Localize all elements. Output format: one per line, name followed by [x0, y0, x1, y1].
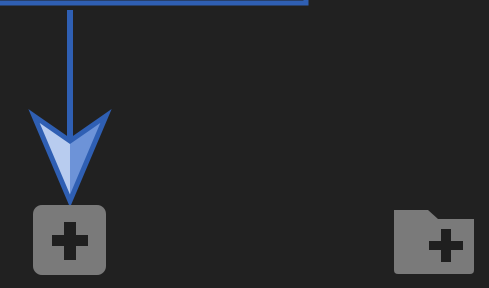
add-folder-hit-area[interactable]	[392, 205, 477, 275]
connector-line-top	[0, 0, 309, 6]
workspace-canvas	[0, 0, 489, 288]
add-item-hit-area[interactable]	[32, 205, 107, 276]
